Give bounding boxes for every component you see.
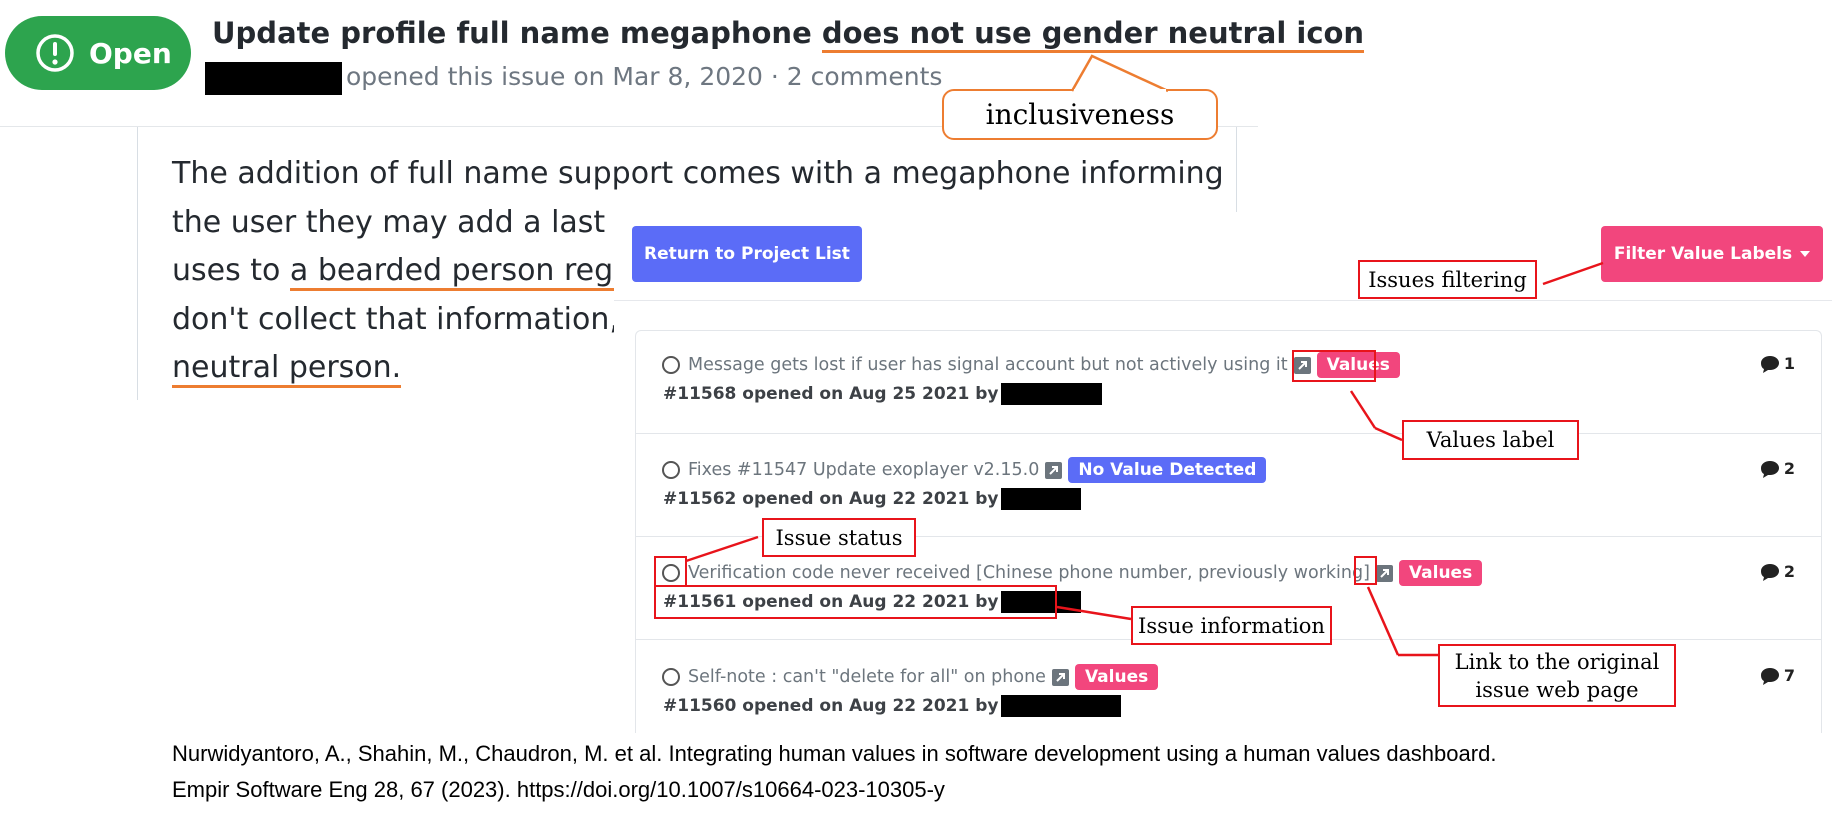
- link-original-text-line1: Link to the original: [1454, 649, 1660, 674]
- link-icon-highlight: [1354, 556, 1377, 585]
- values-badge-highlight: [1292, 350, 1376, 382]
- values-label-text: Values label: [1426, 428, 1555, 452]
- issues-filtering-callout: Issues filtering: [1358, 260, 1537, 299]
- link-original-text-line2: issue web page: [1475, 677, 1639, 702]
- values-label-callout: Values label: [1402, 420, 1579, 460]
- issues-filtering-label: Issues filtering: [1368, 267, 1527, 292]
- link-original-callout: Link to the original issue web page: [1438, 644, 1676, 707]
- citation-line: Nurwidyantoro, A., Shahin, M., Chaudron,…: [172, 741, 1497, 766]
- issue-status-highlight: [654, 556, 687, 587]
- citation-line: Empir Software Eng 28, 67 (2023). https:…: [172, 777, 945, 802]
- issue-information-text: Issue information: [1138, 613, 1325, 638]
- citation: Nurwidyantoro, A., Shahin, M., Chaudron,…: [172, 736, 1496, 808]
- issue-status-callout: Issue status: [762, 518, 916, 557]
- issue-status-text: Issue status: [775, 525, 903, 550]
- issue-information-callout: Issue information: [1131, 606, 1332, 645]
- issue-information-highlight: [654, 585, 1057, 619]
